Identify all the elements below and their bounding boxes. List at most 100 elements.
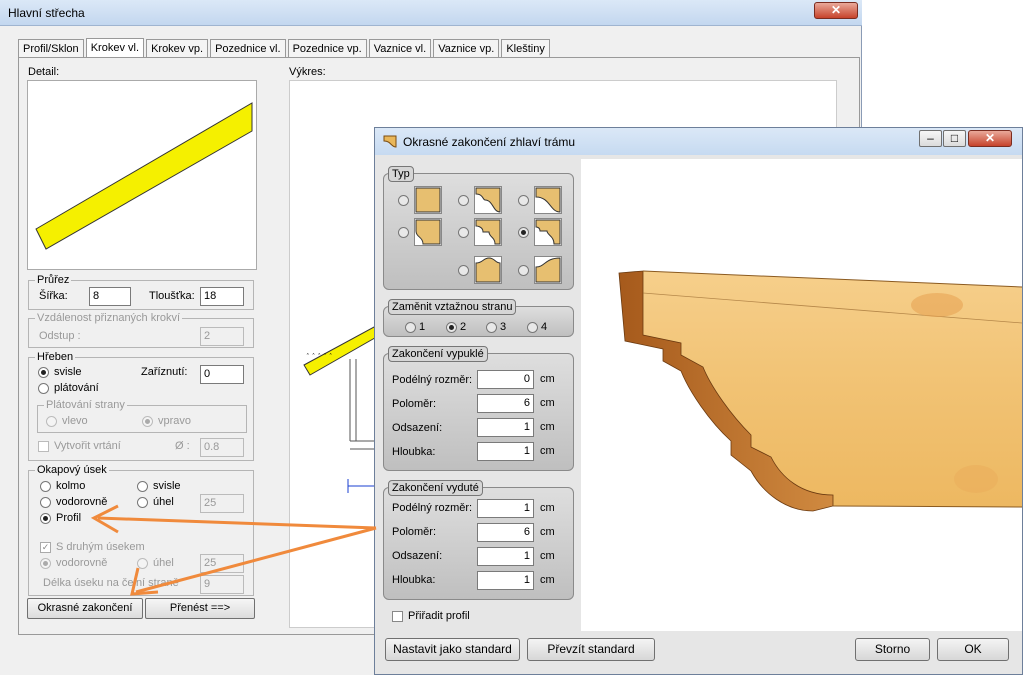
vypukle-podelny-unit: cm: [540, 373, 555, 385]
vydute-podelny-input[interactable]: 1: [477, 499, 534, 518]
strana-radio-1[interactable]: [405, 322, 416, 333]
vzdalenost-title: Vzdálenost přiznaných krokví: [35, 312, 183, 324]
zamenit-group: Zaměnit vztažnou stranu 1 2 3 4: [383, 299, 574, 337]
profile-icon-1: [414, 186, 442, 214]
tab-klestiny[interactable]: Kleštiny: [501, 39, 550, 59]
vpravo-radio[interactable]: [142, 416, 153, 427]
dialog-close-button[interactable]: ✕: [968, 130, 1012, 147]
delka-label: Délka úseku na čelní straně: [43, 577, 179, 589]
nastavit-standard-button[interactable]: Nastavit jako standard: [385, 638, 520, 661]
okrasne-zakonceni-button[interactable]: Okrasné zakončení: [27, 598, 143, 619]
vpravo-label: vpravo: [158, 415, 192, 427]
uhel2-input[interactable]: 25: [200, 554, 244, 573]
vypukle-hloubka-input[interactable]: 1: [477, 442, 534, 461]
dialog-titlebar: Okrasné zakončení zhlaví trámu – □ ✕: [375, 128, 1022, 155]
vydute-polomer-input[interactable]: 6: [477, 523, 534, 542]
zariznuti-input[interactable]: 0: [200, 365, 244, 384]
tloustka-input[interactable]: 18: [200, 287, 244, 306]
odstup-label: Odstup :: [39, 330, 81, 342]
vypukle-podelny-input[interactable]: 0: [477, 370, 534, 389]
vodorovne2-radio[interactable]: [40, 558, 51, 569]
vypukle-polomer-input[interactable]: 6: [477, 394, 534, 413]
typ-radio-8[interactable]: [518, 265, 529, 276]
profile-icon-7: [474, 256, 502, 284]
prumer-input[interactable]: 0.8: [200, 438, 244, 457]
tab-vaznice-vl[interactable]: Vaznice vl.: [368, 39, 432, 59]
platovani-strany-group: Plátování strany vlevo vpravo: [37, 399, 247, 433]
priradit-profil-checkbox[interactable]: [392, 611, 403, 622]
vydute-hloubka-unit: cm: [540, 574, 555, 586]
delka-input[interactable]: 9: [200, 575, 244, 594]
vydute-title: Zakončení vyduté: [388, 480, 483, 496]
sirka-input[interactable]: 8: [89, 287, 131, 306]
strana-radio-3[interactable]: [486, 322, 497, 333]
hreben-platovani-label: plátování: [54, 382, 99, 394]
okap-svisle-radio[interactable]: [137, 481, 148, 492]
zamenit-title: Zaměnit vztažnou stranu: [388, 299, 517, 315]
tab-vaznice-vp[interactable]: Vaznice vp.: [433, 39, 500, 59]
vydute-odsazeni-unit: cm: [540, 550, 555, 562]
vydute-hloubka-label: Hloubka:: [392, 574, 436, 586]
typ-radio-6[interactable]: [518, 227, 529, 238]
sirka-label: Šířka:: [39, 290, 68, 302]
svg-text:ˆ ˆ ˆ ˆ ˆ: ˆ ˆ ˆ ˆ ˆ: [306, 353, 332, 361]
vydute-group: Zakončení vyduté Podélný rozměr: 1 cm Po…: [383, 480, 574, 600]
beam-3d-preview: [581, 159, 1023, 631]
vlevo-radio[interactable]: [46, 416, 57, 427]
vypukle-group: Zakončení vypuklé Podélný rozměr: 0 cm P…: [383, 346, 574, 471]
prenest-button[interactable]: Přenést ==>: [145, 598, 255, 619]
storno-button[interactable]: Storno: [855, 638, 930, 661]
vypukle-odsazeni-label: Odsazení:: [392, 422, 443, 434]
typ-radio-7[interactable]: [458, 265, 469, 276]
strana-radio-4[interactable]: [527, 322, 538, 333]
vydute-polomer-unit: cm: [540, 526, 555, 538]
tab-profil-sklon[interactable]: Profil/Sklon: [18, 39, 84, 59]
typ-radio-2[interactable]: [458, 195, 469, 206]
vydute-odsazeni-input[interactable]: 1: [477, 547, 534, 566]
ok-button[interactable]: OK: [937, 638, 1009, 661]
vydute-polomer-label: Poloměr:: [392, 526, 437, 538]
vypukle-odsazeni-input[interactable]: 1: [477, 418, 534, 437]
okapovy-group: Okapový úsek kolmo svisle vodorovně úhel…: [28, 464, 254, 596]
vydute-podelny-label: Podélný rozměr:: [392, 502, 473, 514]
uhel-input[interactable]: 25: [200, 494, 244, 513]
uhel2-radio[interactable]: [137, 558, 148, 569]
typ-title: Typ: [388, 166, 414, 182]
kolmo-radio[interactable]: [40, 481, 51, 492]
tab-pozednice-vl[interactable]: Pozednice vl.: [210, 39, 286, 59]
hreben-svisle-radio[interactable]: [38, 367, 49, 378]
dialog-minimize-button[interactable]: –: [919, 130, 942, 147]
typ-radio-5[interactable]: [458, 227, 469, 238]
main-window-title: Hlavní střecha: [8, 6, 85, 20]
main-close-button[interactable]: ✕: [814, 2, 858, 19]
prumer-label: Ø :: [175, 440, 190, 452]
typ-radio-1[interactable]: [398, 195, 409, 206]
vodorovne-label: vodorovně: [56, 496, 108, 508]
tab-pozednice-vp[interactable]: Pozednice vp.: [287, 39, 367, 59]
vytvorit-vrtani-checkbox[interactable]: [38, 441, 49, 452]
uhel-radio[interactable]: [137, 497, 148, 508]
typ-group: Typ: [383, 166, 574, 290]
priradit-profil-label: Přiřadit profil: [408, 610, 470, 622]
vodorovne-radio[interactable]: [40, 497, 51, 508]
vytvorit-vrtani-label: Vytvořit vrtání: [54, 440, 121, 452]
tab-krokev-vp[interactable]: Krokev vp.: [146, 39, 209, 59]
tloustka-label: Tloušťka:: [149, 290, 195, 302]
dialog-maximize-button[interactable]: □: [943, 130, 966, 147]
vydute-hloubka-input[interactable]: 1: [477, 571, 534, 590]
typ-radio-4[interactable]: [398, 227, 409, 238]
okap-svisle-label: svisle: [153, 480, 181, 492]
profile-icon-6: [534, 218, 562, 246]
prevzit-standard-button[interactable]: Převzít standard: [527, 638, 655, 661]
typ-radio-3[interactable]: [518, 195, 529, 206]
dialog-title: Okrasné zakončení zhlaví trámu: [403, 135, 576, 149]
profile-icon-4: [414, 218, 442, 246]
s-druhym-checkbox[interactable]: ✓: [40, 542, 51, 553]
vlevo-label: vlevo: [62, 415, 88, 427]
s-druhym-label: S druhým úsekem: [56, 541, 145, 553]
hreben-platovani-radio[interactable]: [38, 383, 49, 394]
strana-radio-2[interactable]: [446, 322, 457, 333]
odstup-input[interactable]: 2: [200, 327, 244, 346]
profile-icon-5: [474, 218, 502, 246]
profil-radio[interactable]: [40, 513, 51, 524]
